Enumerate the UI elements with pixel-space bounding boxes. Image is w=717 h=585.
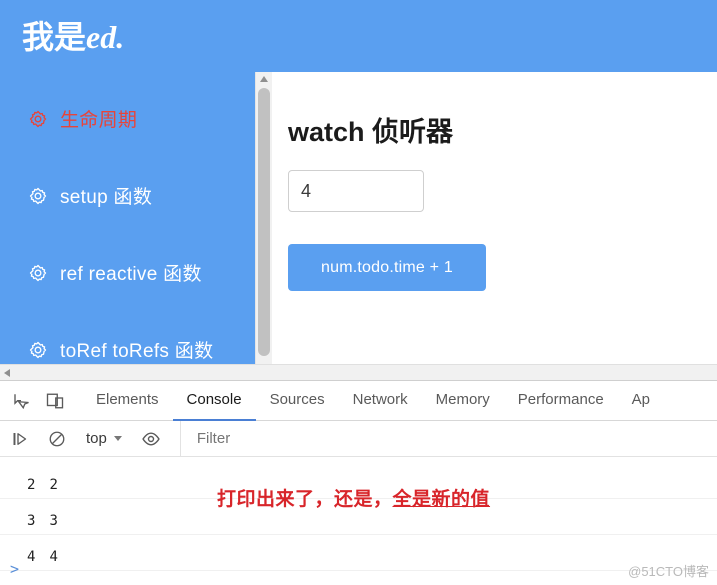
increment-button[interactable]: num.todo.time + 1 bbox=[288, 244, 486, 291]
page-vertical-scrollbar[interactable] bbox=[255, 72, 272, 372]
main-content: watch 侦听器 num.todo.time + 1 bbox=[272, 72, 717, 372]
sidebar-item-label: ref reactive 函数 bbox=[60, 264, 202, 285]
devtools-panel: Elements Console Sources Network Memory … bbox=[0, 380, 717, 585]
site-title-plain: 我是 bbox=[22, 19, 87, 55]
annotation-text: 打印出来了，还是，全是新的值 bbox=[217, 484, 490, 511]
console-prompt-icon[interactable]: > bbox=[10, 560, 19, 578]
site-banner: 我是ed. bbox=[0, 0, 717, 72]
devtools-tabbar: Elements Console Sources Network Memory … bbox=[0, 381, 717, 421]
number-input[interactable] bbox=[288, 170, 424, 212]
sidebar-item-label: 生命周期 bbox=[60, 110, 138, 131]
log-message: 3 bbox=[49, 512, 58, 529]
live-expression-eye-icon[interactable] bbox=[136, 424, 166, 454]
console-row: 4 4 bbox=[0, 543, 717, 571]
console-output: 2 2 3 3 4 4 bbox=[0, 457, 717, 585]
filter-input[interactable] bbox=[194, 429, 717, 448]
app-root: 我是ed. 生命周期 setup 函数 ref reactive 函数 toRe… bbox=[0, 0, 717, 585]
sidebar-item-ref-reactive[interactable]: ref reactive 函数 bbox=[0, 234, 255, 311]
site-title: 我是ed. bbox=[22, 12, 124, 58]
clear-console-icon[interactable] bbox=[42, 424, 72, 454]
tab-network[interactable]: Network bbox=[339, 381, 422, 421]
log-count: 3 bbox=[27, 512, 36, 529]
tab-console[interactable]: Console bbox=[172, 381, 256, 421]
gear-icon bbox=[29, 187, 47, 204]
sidebar-item-label: setup 函数 bbox=[60, 187, 153, 208]
sidebar-item-setup[interactable]: setup 函数 bbox=[0, 157, 255, 234]
gear-icon bbox=[29, 110, 47, 127]
tab-application[interactable]: Ap bbox=[618, 381, 664, 421]
execution-context-selector[interactable]: top bbox=[86, 430, 122, 447]
console-filter[interactable] bbox=[179, 420, 717, 457]
gear-icon bbox=[29, 264, 47, 281]
sidebar-item-label: toRef toRefs 函数 bbox=[60, 341, 214, 362]
page-horizontal-scrollbar[interactable] bbox=[0, 364, 717, 380]
inspect-element-icon[interactable] bbox=[8, 388, 34, 414]
execution-context-label: top bbox=[86, 430, 107, 447]
tab-performance[interactable]: Performance bbox=[504, 381, 618, 421]
annotation-part-1: 打印出来了，还是， bbox=[217, 489, 393, 510]
watermark: @51CTO博客 bbox=[628, 564, 709, 579]
log-count: 4 bbox=[27, 548, 36, 565]
scroll-left-arrow-icon[interactable] bbox=[4, 369, 10, 377]
annotation-part-2: 全是新的值 bbox=[392, 489, 491, 510]
tab-sources[interactable]: Sources bbox=[256, 381, 339, 421]
tab-elements[interactable]: Elements bbox=[82, 381, 173, 421]
log-message: 4 bbox=[49, 548, 58, 565]
site-title-italic: ed. bbox=[86, 19, 125, 55]
scroll-up-arrow-icon[interactable] bbox=[260, 76, 268, 82]
execute-step-icon[interactable] bbox=[6, 424, 36, 454]
gear-icon bbox=[29, 341, 47, 358]
scrollbar-thumb[interactable] bbox=[258, 88, 270, 356]
page-title: watch 侦听器 bbox=[288, 117, 454, 147]
device-toolbar-icon[interactable] bbox=[42, 388, 68, 414]
log-count: 2 bbox=[27, 476, 36, 493]
chevron-down-icon bbox=[113, 436, 122, 441]
sidebar: 生命周期 setup 函数 ref reactive 函数 toRef toRe… bbox=[0, 72, 255, 372]
tab-memory[interactable]: Memory bbox=[422, 381, 504, 421]
page-body: 生命周期 setup 函数 ref reactive 函数 toRef toRe… bbox=[0, 72, 717, 372]
console-row: 3 3 bbox=[0, 507, 717, 535]
sidebar-item-lifecycle[interactable]: 生命周期 bbox=[0, 80, 255, 157]
devtools-tab-list: Elements Console Sources Network Memory … bbox=[82, 381, 664, 421]
log-message: 2 bbox=[49, 476, 58, 493]
console-toolbar: top bbox=[0, 420, 717, 457]
